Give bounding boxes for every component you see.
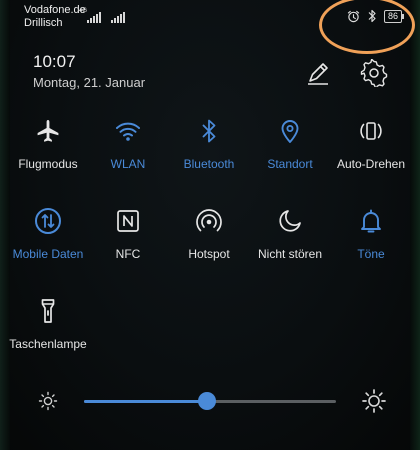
slider-thumb[interactable] xyxy=(198,392,217,410)
moon-icon xyxy=(279,210,301,232)
annotation-highlight-ring xyxy=(319,0,415,54)
carrier-line-2: Drillisch xyxy=(24,17,63,29)
bell-icon xyxy=(361,209,381,233)
brightness-slider[interactable] xyxy=(84,392,336,410)
tile-label: Hotspot xyxy=(188,247,230,261)
carrier-name: Vodafone.de Drillisch xyxy=(24,4,86,30)
tile-label: Nicht stören xyxy=(257,247,323,261)
tile-flugmodus[interactable]: Flugmodus xyxy=(6,117,90,197)
tile-bluetooth[interactable]: Bluetooth xyxy=(167,117,251,197)
signal-strength-sim1-icon xyxy=(87,12,101,23)
tile-label: Mobile Daten xyxy=(12,247,84,261)
tile-taschenlampe[interactable]: Taschenlampe xyxy=(6,297,90,377)
date-label: Montag, 21. Januar xyxy=(33,75,146,90)
mobile-data-icon xyxy=(35,208,61,234)
network-type-label: 4G xyxy=(79,8,88,14)
tile-nfc[interactable]: NFC xyxy=(86,207,170,287)
tile-label: Standort xyxy=(267,157,313,171)
tile-mobile-daten[interactable]: Mobile Daten xyxy=(6,207,90,287)
settings-gear-icon[interactable] xyxy=(360,59,388,87)
tile-hotspot[interactable]: Hotspot xyxy=(167,207,251,287)
nfc-icon xyxy=(117,210,139,232)
airplane-icon xyxy=(37,120,59,142)
tile-label: Bluetooth xyxy=(183,157,235,171)
tile-label: Flugmodus xyxy=(18,157,78,171)
slider-fill xyxy=(84,400,208,403)
carrier-line-1: Vodafone.de xyxy=(24,4,86,16)
tile-label: Töne xyxy=(357,247,385,261)
location-icon xyxy=(281,120,299,143)
tile-auto-drehen[interactable]: Auto-Drehen xyxy=(329,117,413,197)
clock: 10:07 xyxy=(33,52,76,71)
tile-wlan[interactable]: WLAN xyxy=(86,117,170,197)
signal-strength-sim2-icon xyxy=(111,12,125,23)
tile-standort[interactable]: Standort xyxy=(248,117,332,197)
tile-label: NFC xyxy=(115,247,141,261)
tile-label: Auto-Drehen xyxy=(336,157,406,171)
brightness-high-icon xyxy=(362,389,386,413)
bluetooth-icon xyxy=(202,119,216,143)
tile-label: Taschenlampe xyxy=(9,337,87,351)
hotspot-icon xyxy=(196,209,222,232)
flashlight-icon xyxy=(41,299,55,323)
brightness-low-icon xyxy=(38,391,58,411)
auto-rotate-icon xyxy=(360,122,382,140)
wifi-icon xyxy=(116,122,140,141)
tile-nicht-stoeren[interactable]: Nicht stören xyxy=(248,207,332,287)
tile-toene[interactable]: Töne xyxy=(329,207,413,287)
quick-settings-panel: Vodafone.de Drillisch 4G 86 10:07 Montag… xyxy=(0,0,420,450)
edit-pencil-icon[interactable] xyxy=(305,60,331,86)
tile-label: WLAN xyxy=(110,157,146,171)
